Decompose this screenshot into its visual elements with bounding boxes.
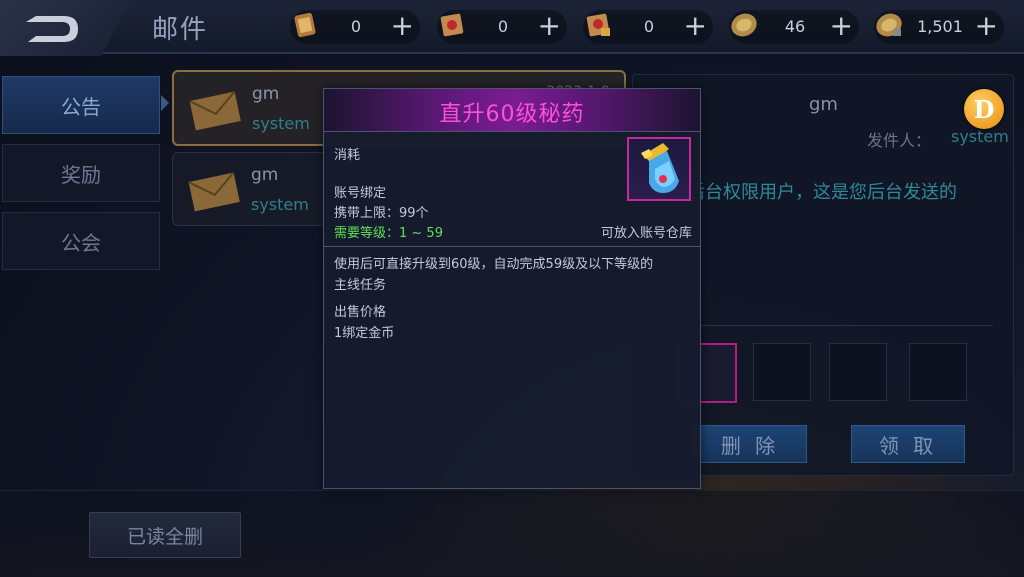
currency-value: 0 [497, 17, 509, 36]
item-level-requirement: 需要等级：1 ~ 59 [334, 226, 443, 241]
add-currency-button[interactable]: + [830, 11, 853, 41]
add-currency-button[interactable]: + [538, 11, 561, 41]
currency-value: 1,501 [917, 17, 963, 36]
item-tooltip: 直升60级秘药 消耗 账号绑定 携带上限：99个 需要等级：1 ~ 59 可放入… [323, 88, 701, 489]
sell-price-value: 1绑定金币 [334, 326, 395, 341]
item-category: 消耗 [334, 148, 361, 163]
tooltip-title: 直升60级秘药 [439, 102, 585, 127]
tab-label: 奖励 [61, 162, 101, 187]
tab-label: 公告 [61, 94, 101, 119]
attachment-slot [829, 343, 887, 401]
envelope-icon [188, 88, 242, 136]
bound-coin-icon [872, 8, 906, 42]
page-title: 邮件 [152, 15, 209, 45]
back-arrow-icon [26, 16, 78, 42]
scroll-icon [288, 8, 322, 42]
currency-red-ticket: 0 + [437, 10, 567, 44]
item-description-line1: 使用后可直接升级到60级，自动完成59级及以下等级的 [334, 257, 654, 272]
tab-guild[interactable]: 公会 [2, 212, 160, 270]
tab-rewards[interactable]: 奖励 [2, 144, 160, 202]
item-bind: 账号绑定 [334, 186, 387, 201]
currency-value: 0 [350, 17, 362, 36]
currency-coin: 46 + [729, 10, 859, 44]
item-description-line2: 主线任务 [334, 278, 387, 293]
mail-sender: gm [252, 84, 280, 104]
currency-bound-coin: 1,501 + [874, 10, 1004, 44]
divider [693, 325, 993, 326]
sell-price-label: 出售价格 [334, 305, 387, 320]
mail-sender: gm [251, 165, 279, 185]
tooltip-divider [324, 246, 700, 247]
mail-sub: system [252, 114, 310, 133]
d-badge-icon[interactable]: D [964, 89, 1004, 129]
locked-ticket-icon [581, 8, 615, 42]
currency-value: 46 [784, 17, 806, 36]
detail-sender: gm [809, 94, 838, 115]
add-currency-button[interactable]: + [391, 11, 414, 41]
potion-icon [627, 137, 691, 201]
delete-all-read-button[interactable]: 已读全删 [89, 512, 241, 558]
currency-locked-ticket: 0 + [583, 10, 713, 44]
active-tab-arrow-icon [161, 95, 169, 111]
delete-button[interactable]: 删 除 [693, 425, 807, 463]
add-currency-button[interactable]: + [975, 11, 998, 41]
attachment-slot [753, 343, 811, 401]
detail-from-label: 发件人： [867, 131, 932, 150]
add-currency-button[interactable]: + [684, 11, 707, 41]
red-ticket-icon [435, 8, 469, 42]
claim-button[interactable]: 领 取 [851, 425, 965, 463]
envelope-icon [187, 169, 241, 217]
item-stack-limit: 携带上限：99个 [334, 206, 429, 221]
detail-from-value: system [951, 127, 1009, 146]
coin-icon [727, 8, 761, 42]
currency-value: 0 [643, 17, 655, 36]
currency-scroll: 0 + [290, 10, 420, 44]
attachment-slot [909, 343, 967, 401]
mail-sub: system [251, 195, 309, 214]
tab-announcement[interactable]: 公告 [2, 76, 160, 134]
tab-label: 公会 [61, 230, 101, 255]
item-storage: 可放入账号仓库 [600, 226, 692, 241]
